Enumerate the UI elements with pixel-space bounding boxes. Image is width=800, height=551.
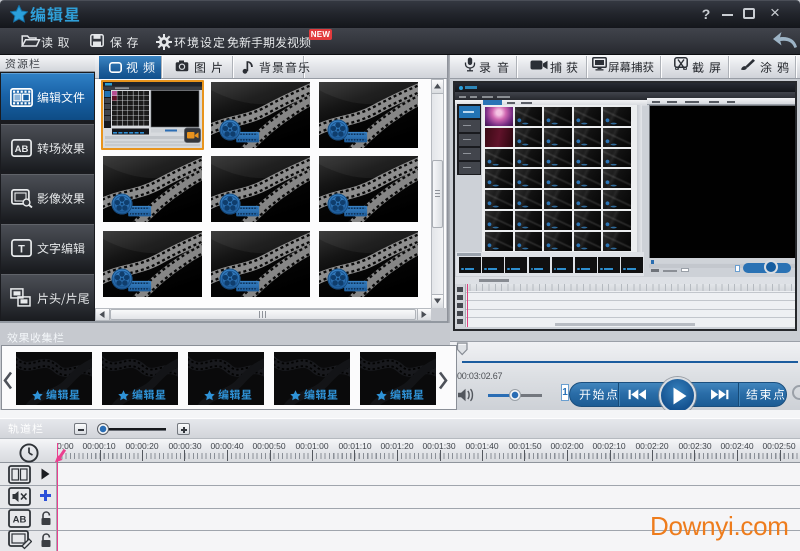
svg-text:AB: AB [13,515,27,526]
svg-text:AB: AB [15,144,29,155]
svg-text:T: T [18,244,25,256]
